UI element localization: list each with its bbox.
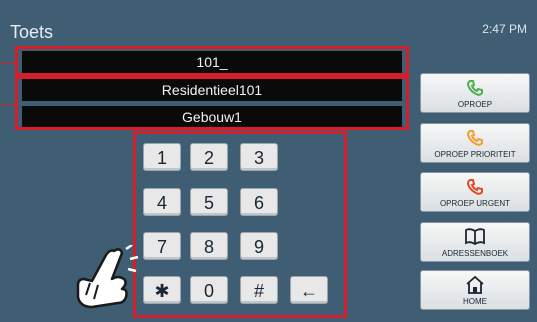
phone-icon [466,179,483,195]
priority-call-button[interactable]: OPROEP PRIORITEIT [420,123,530,163]
callout-line [0,104,18,105]
address-book-label: ADRESSENBOEK [441,249,509,258]
home-button[interactable]: HOME [420,270,530,310]
address-book-button[interactable]: ADRESSENBOEK [420,222,530,262]
home-label: HOME [463,297,487,306]
phone-icon [466,80,483,96]
call-button[interactable]: OPROEP [420,73,530,113]
page-title: Toets [10,22,54,42]
phone-icon [466,130,483,146]
urgent-call-label: OPROEP URGENT [439,199,511,208]
book-icon [465,228,485,245]
keypad-highlight [133,131,347,318]
urgent-call-button[interactable]: OPROEP URGENT [420,172,530,212]
intercom-screen: Toets 2:47 PM 101_ Residentieel101 Gebou… [0,0,537,322]
callout-line [0,62,18,63]
call-button-label: OPROEP [457,100,493,109]
hand-pointer-icon [76,245,139,309]
clock: 2:47 PM [482,22,527,36]
priority-call-label: OPROEP PRIORITEIT [434,150,516,159]
home-icon [466,275,484,294]
info-highlight [15,76,409,130]
number-highlight [15,46,409,76]
